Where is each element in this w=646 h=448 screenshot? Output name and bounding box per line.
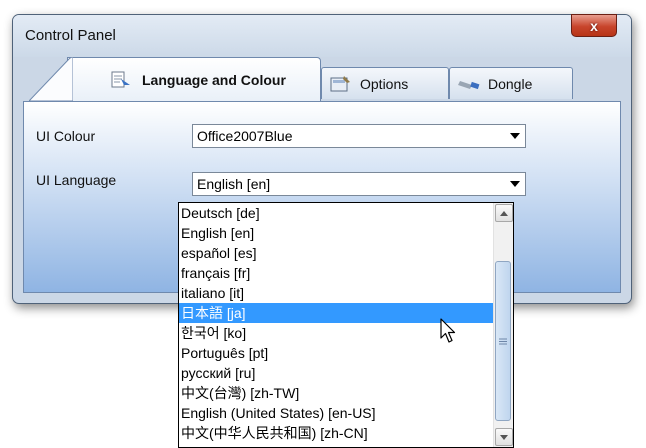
list-item[interactable]: español [es]: [179, 243, 493, 263]
ui-language-combo[interactable]: English [en]: [192, 172, 526, 196]
list-item[interactable]: français [fr]: [179, 263, 493, 283]
chevron-down-icon[interactable]: [507, 175, 523, 193]
ui-colour-label: UI Colour: [36, 128, 96, 144]
tab-label: Language and Colour: [142, 71, 286, 88]
tab-slant-decoration: [29, 57, 73, 101]
ui-colour-value: Office2007Blue: [197, 128, 293, 144]
list-item[interactable]: Deutsch [de]: [179, 203, 493, 223]
chevron-up-icon: [500, 210, 508, 216]
scroll-thumb[interactable]: [495, 261, 511, 421]
list-item[interactable]: italiano [it]: [179, 283, 493, 303]
close-button[interactable]: x: [571, 14, 617, 37]
dropdown-scrollbar[interactable]: [493, 203, 513, 447]
list-item[interactable]: English [en]: [179, 223, 493, 243]
window-title: Control Panel: [25, 27, 116, 44]
scroll-down-button[interactable]: [495, 428, 513, 446]
grip-icon: [499, 338, 507, 344]
tab-strip: Language and Colour Options Dongle: [23, 55, 619, 101]
tab-label: Dongle: [488, 75, 533, 92]
ui-colour-combo[interactable]: Office2007Blue: [192, 124, 526, 148]
chevron-down-icon[interactable]: [507, 127, 523, 145]
list-item[interactable]: Português [pt]: [179, 343, 493, 363]
ui-language-label: UI Language: [36, 172, 117, 188]
tab-label: Options: [360, 75, 409, 92]
tab-language-and-colour[interactable]: Language and Colour: [67, 57, 321, 101]
options-icon: [330, 75, 350, 91]
list-item[interactable]: русский [ru]: [179, 363, 493, 383]
mouse-pointer-icon: [440, 318, 456, 343]
ui-language-dropdown-list[interactable]: Deutsch [de] English [en] español [es] f…: [178, 202, 514, 448]
tab-options[interactable]: Options: [321, 67, 449, 99]
list-item[interactable]: 中文(台灣) [zh-TW]: [179, 383, 493, 403]
scroll-up-button[interactable]: [495, 204, 513, 222]
language-icon: [111, 71, 130, 89]
list-item[interactable]: 中文(中华人民共和国) [zh-CN]: [179, 423, 493, 443]
title-bar[interactable]: Control Panel x: [13, 14, 631, 57]
dongle-icon: [458, 80, 480, 89]
ui-language-value: English [en]: [197, 176, 271, 192]
tab-dongle[interactable]: Dongle: [449, 67, 573, 99]
list-item[interactable]: English (United States) [en-US]: [179, 403, 493, 423]
chevron-down-icon: [500, 434, 508, 440]
close-icon: x: [590, 17, 598, 34]
